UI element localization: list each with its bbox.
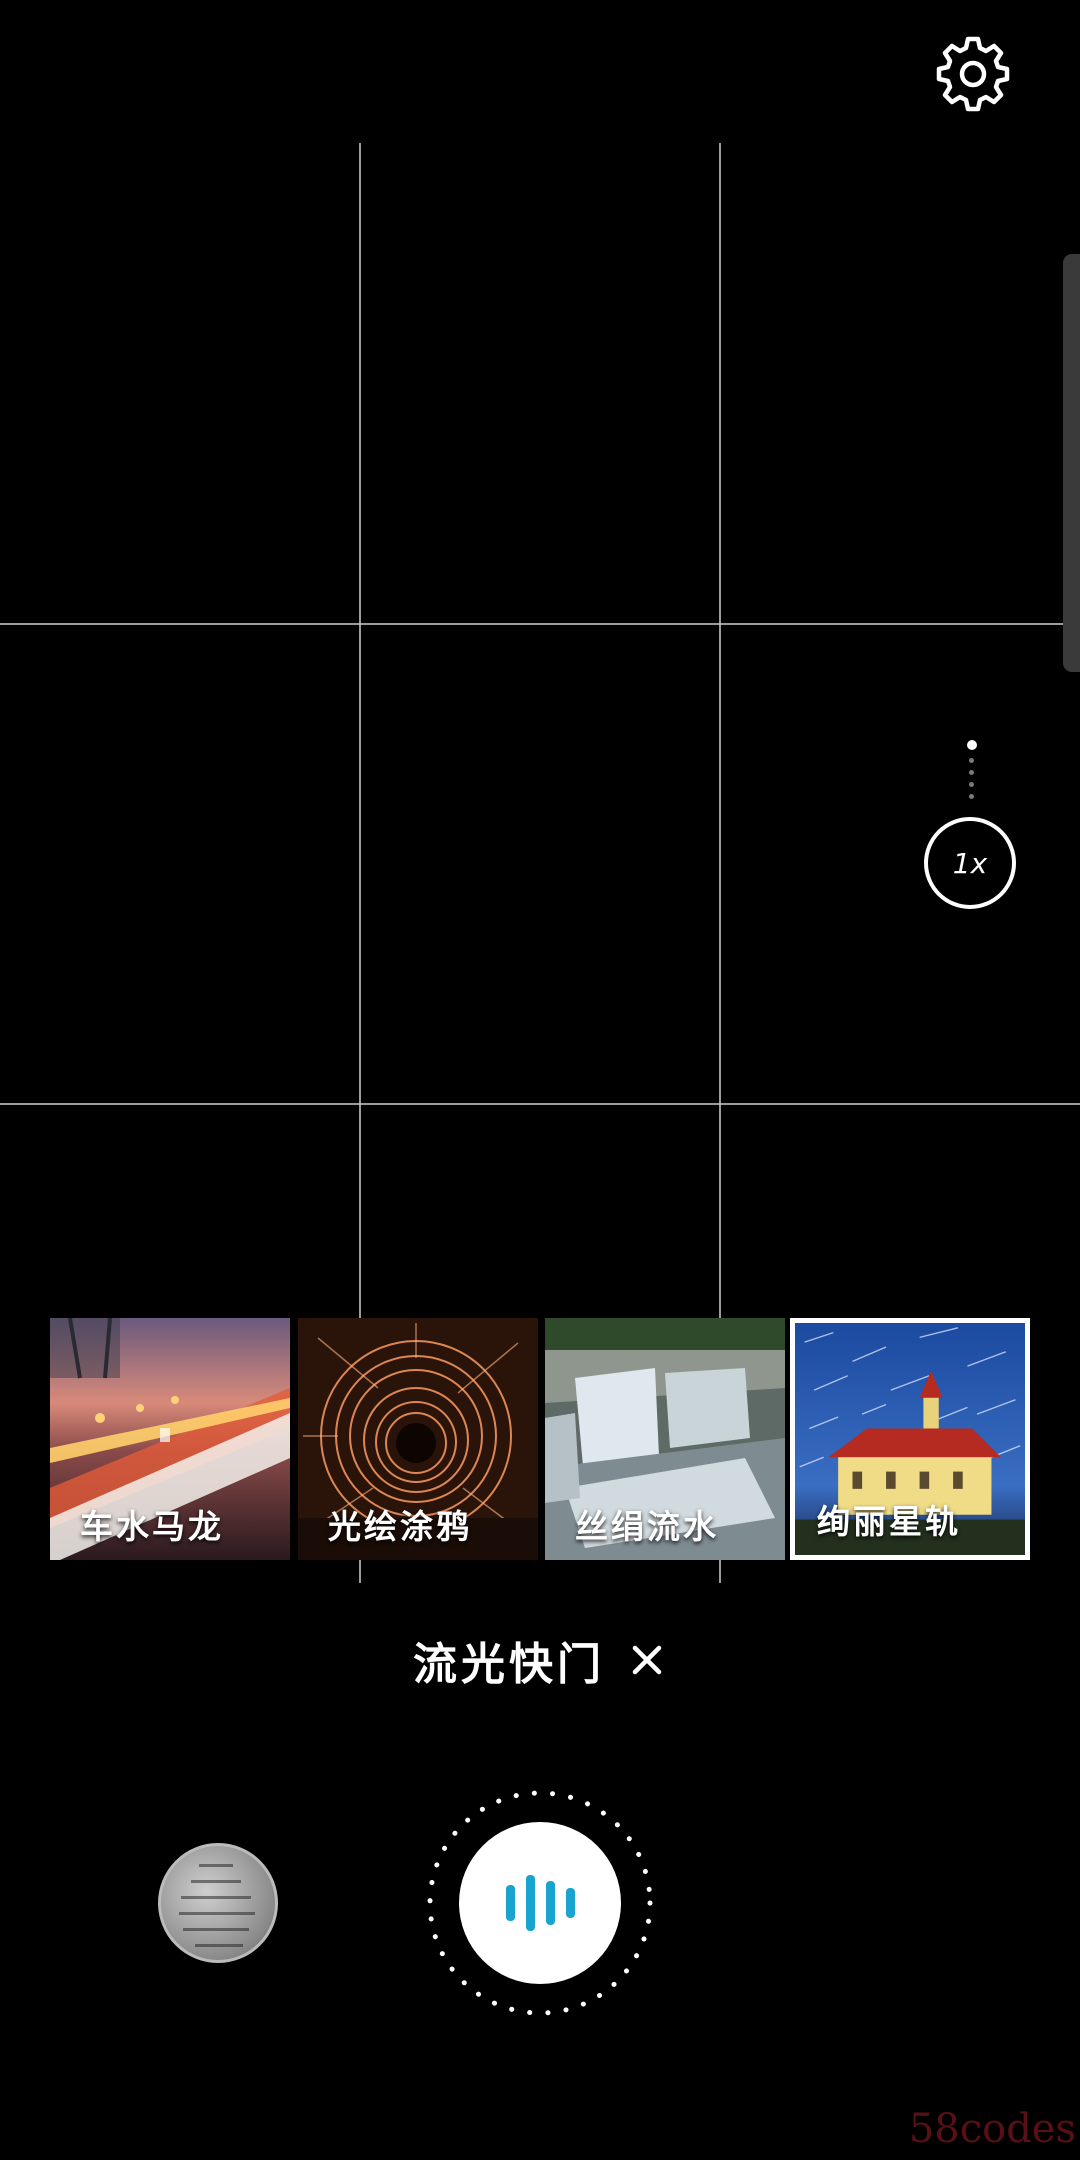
light-painting-presets: 车水马龙 光绘涂鸦 丝绢流水 绚丽星轨 — [50, 1318, 1030, 1560]
sound-bar — [505, 1885, 515, 1921]
sound-bar — [545, 1881, 555, 1925]
zoom-button[interactable]: 1x — [924, 817, 1016, 909]
preset-silky-water[interactable]: 丝绢流水 — [545, 1318, 785, 1560]
preset-light-graffiti[interactable]: 光绘涂鸦 — [298, 1318, 538, 1560]
preset-label: 绚丽星轨 — [817, 1502, 961, 1541]
mode-header: 流光快门 — [0, 1630, 1080, 1690]
zoom-label: 1x — [952, 846, 988, 880]
preset-label: 车水马龙 — [80, 1507, 224, 1546]
preset-traffic-trails[interactable]: 车水马龙 — [50, 1318, 290, 1560]
zoom-level-indicator — [965, 740, 979, 820]
settings-button[interactable] — [935, 36, 1011, 112]
watermark: 58codes — [908, 2106, 1076, 2152]
shutter-button[interactable] — [459, 1822, 621, 1984]
side-drawer-handle[interactable] — [1063, 254, 1080, 672]
grid-line-horizontal-1 — [0, 623, 1080, 625]
gallery-thumbnail[interactable] — [158, 1843, 278, 1963]
mode-title: 流光快门 — [413, 1639, 605, 1690]
preset-star-trails[interactable]: 绚丽星轨 — [790, 1318, 1030, 1560]
preset-label: 丝绢流水 — [575, 1507, 719, 1546]
grid-line-horizontal-2 — [0, 1103, 1080, 1105]
gear-icon — [936, 36, 1010, 112]
sound-bar — [565, 1888, 575, 1918]
close-mode-button[interactable] — [627, 1640, 667, 1680]
sound-bar — [525, 1875, 535, 1931]
preset-label: 光绘涂鸦 — [328, 1507, 472, 1546]
close-icon — [632, 1645, 662, 1675]
